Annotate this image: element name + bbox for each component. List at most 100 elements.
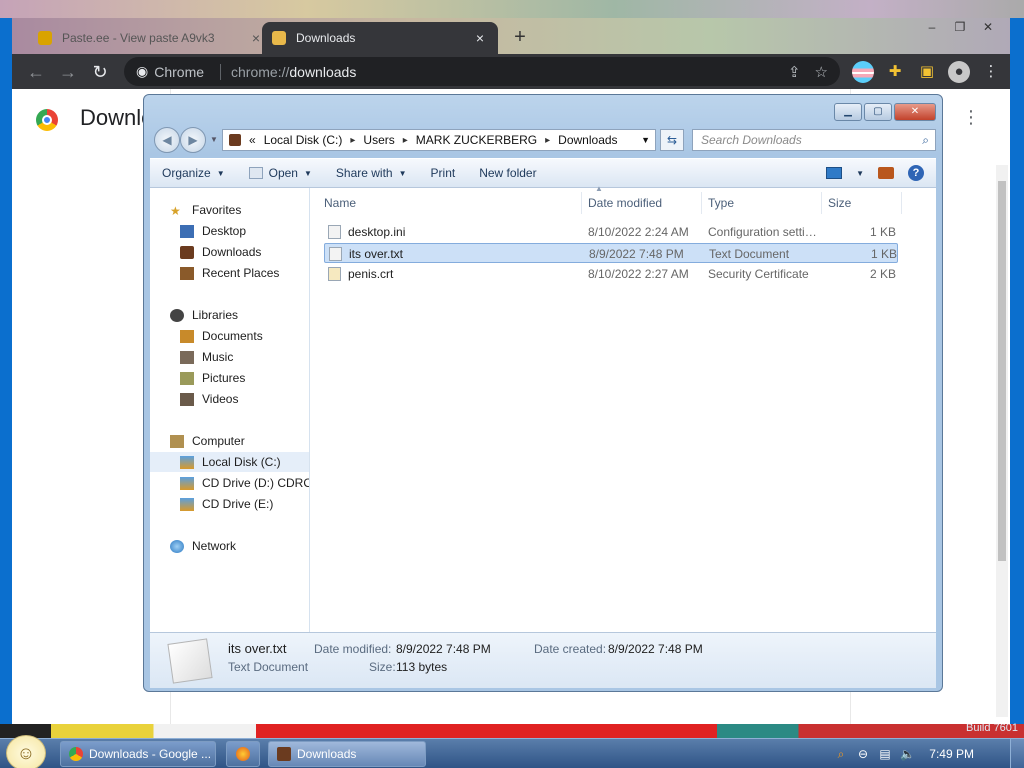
page-scrollbar[interactable] [996,165,1008,717]
taskbar-button-label: Downloads [297,747,357,761]
explorer-forward-button[interactable]: ▶ [180,127,206,153]
nav-computer[interactable]: Computer [150,431,309,451]
file-name: desktop.ini [348,225,406,239]
file-date: 8/10/2022 2:27 AM [588,267,689,281]
nav-desktop[interactable]: Desktop [150,221,309,241]
profile-flag-icon[interactable] [852,60,874,83]
explorer-refresh-button[interactable]: ⇆ [660,129,684,151]
paste-favicon-icon [38,31,52,45]
preview-pane-icon[interactable] [878,167,894,179]
taskbar-explorer-button[interactable]: Downloads [268,741,426,767]
breadcrumb-arrow-icon[interactable]: ▸ [403,135,408,146]
volume-icon[interactable]: 🔈 [900,747,915,761]
column-header-size[interactable]: Size [822,192,902,214]
view-dropdown-icon[interactable]: ▼ [856,169,864,178]
nav-label: Computer [192,434,245,448]
explorer-search-input[interactable]: Search Downloads ⌕ [692,129,936,151]
tab-downloads[interactable]: Downloads × [262,22,498,54]
breadcrumb-arrow-icon[interactable]: ▸ [545,135,550,146]
details-created-value: 8/9/2022 7:48 PM [608,642,703,656]
explorer-minimize-button[interactable]: ▁ [834,103,862,121]
explorer-close-button[interactable]: ✕ [894,103,936,121]
nav-music[interactable]: Music [150,347,309,367]
help-icon[interactable]: ? [908,165,924,181]
recent-places-icon [180,266,194,280]
taskbar-button-label: Downloads - Google ... [89,747,212,761]
column-header-date[interactable]: Date modified [582,192,702,214]
address-bar[interactable]: ◉ Chrome chrome:// downloads ⇪ ☆ [124,57,840,86]
file-row[interactable]: its over.txt 8/9/2022 7:48 PM Text Docum… [324,243,898,263]
file-size: 2 KB [870,267,897,281]
file-date: 8/9/2022 7:48 PM [589,247,684,261]
share-with-button[interactable]: Share with ▼ [324,166,419,180]
nav-label: Libraries [192,308,239,322]
back-button[interactable]: ← [20,56,52,88]
explorer-address-bar[interactable]: « Local Disk (C:) ▸ Users ▸ MARK ZUCKERB… [222,129,656,151]
change-view-icon[interactable] [826,167,843,179]
nav-documents[interactable]: Documents [150,326,309,346]
open-button[interactable]: Open ▼ [237,166,324,180]
forward-button[interactable]: → [52,56,84,88]
new-folder-button[interactable]: New folder [467,166,548,180]
file-row[interactable]: penis.crt 8/10/2022 2:27 AM Security Cer… [324,264,898,284]
details-pane: its over.txt Text Document Date modified… [150,632,936,688]
tab-close-icon[interactable]: × [472,30,488,46]
print-button[interactable]: Print [419,166,468,180]
close-button[interactable]: ✕ [974,18,1002,36]
breadcrumb-item[interactable]: Downloads [558,133,617,147]
downloads-folder-icon [180,245,194,259]
extensions-icon[interactable]: ✚ [884,61,906,83]
breadcrumb-arrow-icon[interactable]: ▸ [350,135,355,146]
search-placeholder: Search Downloads [701,133,802,147]
scroll-thumb[interactable] [998,181,1006,561]
history-dropdown-icon[interactable]: ▼ [210,135,218,144]
clock[interactable]: 7:49 PM [929,747,974,761]
explorer-maximize-button[interactable]: ▢ [864,103,892,121]
breadcrumb-item[interactable]: MARK ZUCKERBERG [416,133,537,147]
nav-cd-drive-e[interactable]: CD Drive (E:) [150,494,309,514]
nav-cd-drive-d[interactable]: CD Drive (D:) CDROM [150,473,309,493]
start-button[interactable]: ☺ [6,735,46,768]
new-tab-button[interactable]: + [508,26,532,50]
avatar-icon[interactable]: ● [948,60,970,83]
taskbar-chrome-button[interactable]: Downloads - Google ... [60,741,216,767]
column-header-type[interactable]: Type [702,192,822,214]
network-icon [170,539,184,553]
nav-network[interactable]: Network [150,536,309,556]
nav-downloads[interactable]: Downloads [150,242,309,262]
nav-recent-places[interactable]: Recent Places [150,263,309,283]
wallpaper-bottom [0,724,1024,738]
tab-paste[interactable]: Paste.ee - View paste A9vk3 × [28,22,274,54]
page-menu-icon[interactable]: ⋮ [962,107,980,128]
search-tray-icon[interactable]: ⌕ [834,747,848,761]
explorer-nav-row: ◀ ▶ ▼ « Local Disk (C:) ▸ Users ▸ MARK Z… [152,127,936,153]
minimize-button[interactable]: – [918,18,946,36]
address-dropdown-icon[interactable]: ▼ [636,135,655,145]
action-center-icon[interactable]: ⊖ [856,747,870,761]
column-header-name[interactable]: Name [318,192,582,214]
explorer-back-button[interactable]: ◀ [154,127,180,153]
reload-button[interactable]: ↻ [84,56,116,88]
share-icon[interactable]: ⇪ [788,63,801,81]
network-tray-icon[interactable]: ▤ [878,747,892,761]
taskbar-firefox-button[interactable] [226,741,260,767]
side-panel-icon[interactable]: ▣ [916,61,938,83]
nav-label: CD Drive (E:) [202,497,274,511]
bookmark-star-icon[interactable]: ☆ [815,63,828,81]
breadcrumb-overflow[interactable]: « [249,133,256,147]
nav-libraries[interactable]: Libraries [150,305,309,325]
show-desktop-button[interactable] [1010,739,1024,768]
maximize-button[interactable]: ❐ [946,18,974,36]
organize-button[interactable]: Organize ▼ [150,166,237,180]
nav-videos[interactable]: Videos [150,389,309,409]
breadcrumb-item[interactable]: Local Disk (C:) [264,133,343,147]
nav-favorites[interactable]: ★ Favorites [150,200,309,220]
details-filename: its over.txt [228,641,287,656]
desktop-icon [180,224,194,238]
nav-pictures[interactable]: Pictures [150,368,309,388]
breadcrumb-item[interactable]: Users [363,133,394,147]
nav-label: Documents [202,329,263,343]
nav-local-disk[interactable]: Local Disk (C:) [150,452,309,472]
chrome-menu-icon[interactable]: ⋮ [980,61,1002,83]
file-row[interactable]: desktop.ini 8/10/2022 2:24 AM Configurat… [324,222,898,242]
